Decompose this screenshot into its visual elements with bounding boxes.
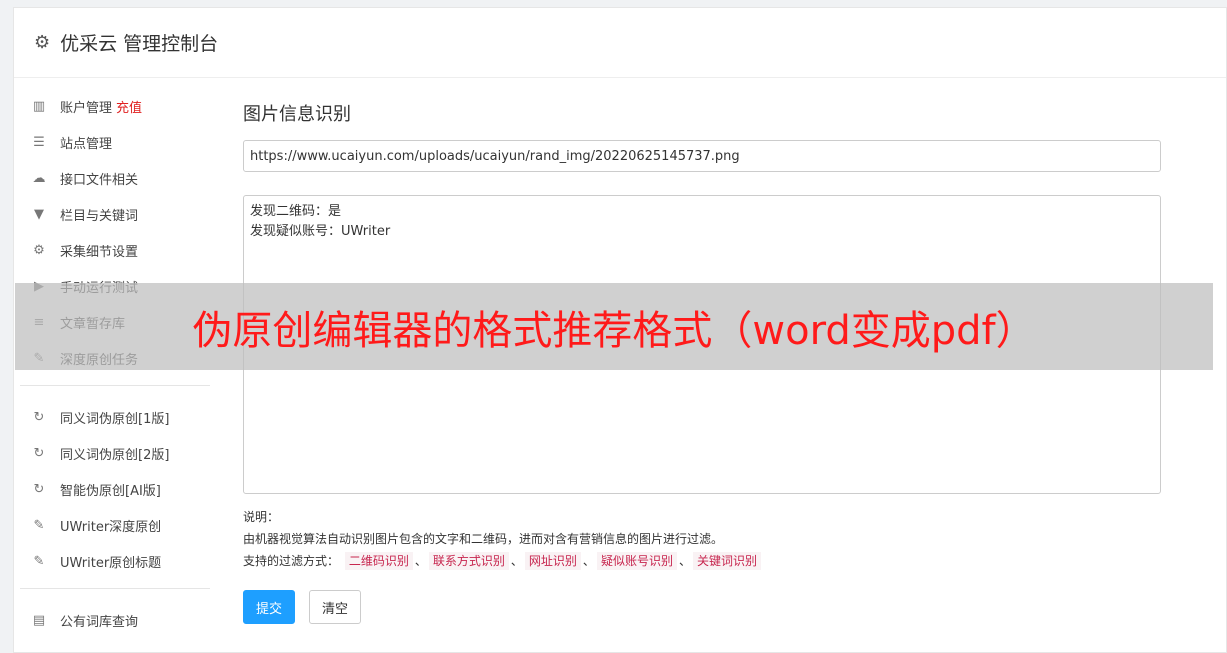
filter-methods: 支持的过滤方式： 二维码识别、联系方式识别、网址识别、疑似账号识别、关键词识别 <box>243 550 1165 572</box>
result-line: 发现二维码：是 <box>250 204 342 219</box>
sidebar-item[interactable]: ↻ 智能伪原创[AI版] <box>20 471 210 507</box>
result-line: 发现疑似账号：UWriter <box>250 224 391 239</box>
sidebar-item[interactable]: ✎ UWriter深度原创 <box>20 507 210 543</box>
cogs-icon: ⚙ <box>33 242 45 258</box>
tag-separator: 、 <box>582 554 595 568</box>
clear-button[interactable]: 清空 <box>309 590 362 624</box>
sidebar-item-label: UWriter深度原创 <box>60 519 162 535</box>
sidebar-item-label: 账户管理 <box>60 100 113 116</box>
section-title: 图片信息识别 <box>243 104 351 125</box>
book-icon: ▤ <box>32 612 46 628</box>
filter-tag: 联系方式识别 <box>428 552 509 570</box>
sidebar-item-label: 栏目与关键词 <box>60 208 139 224</box>
image-url-input[interactable] <box>243 140 1161 172</box>
cloud-upload-icon: ☁ <box>32 170 46 186</box>
filter-label: 支持的过滤方式： <box>243 554 340 568</box>
page-title: 优采云 管理控制台 <box>60 33 219 55</box>
gear-icon: ⚙ <box>34 32 51 53</box>
sidebar-item-label: 同义词伪原创[2版] <box>60 447 170 463</box>
filter-tag: 网址识别 <box>524 552 581 570</box>
sidebar-item-label: UWriter原创标题 <box>60 555 162 571</box>
tag-separator: 、 <box>414 554 427 568</box>
sidebar-item[interactable]: ⚙ 采集细节设置 <box>20 232 210 268</box>
filter-tag: 疑似账号识别 <box>596 552 677 570</box>
sidebar-item[interactable]: ▤ 公有词库查询 <box>20 602 210 638</box>
notes-description: 由机器视觉算法自动识别图片包含的文字和二维码，进而对含有营销信息的图片进行过滤。 <box>243 532 724 546</box>
sidebar-item-label: 接口文件相关 <box>60 172 139 188</box>
sidebar-item-label: 站点管理 <box>60 136 113 152</box>
banner-text: 伪原创编辑器的格式推荐格式（word变成pdf） <box>192 307 1036 354</box>
sidebar-item[interactable]: ✎ UWriter原创标题 <box>20 543 210 579</box>
recharge-link[interactable]: 充值 <box>116 97 142 116</box>
watermark-banner: 伪原创编辑器的格式推荐格式（word变成pdf） <box>15 283 1213 370</box>
sidebar-item-label: 智能伪原创[AI版] <box>60 483 161 499</box>
filter-tag: 关键词识别 <box>692 552 761 570</box>
page-header: ⚙ 优采云 管理控制台 <box>14 8 1226 78</box>
refresh-icon: ↻ <box>33 409 45 425</box>
server-icon: ☰ <box>33 134 45 150</box>
refresh-icon: ↻ <box>33 481 45 497</box>
filter-tag: 二维码识别 <box>344 552 413 570</box>
refresh-icon: ↻ <box>33 445 45 461</box>
sidebar-item-label: 采集细节设置 <box>60 244 139 260</box>
sidebar-item[interactable]: ☁ 接口文件相关 <box>20 160 210 196</box>
sidebar-divider <box>20 588 210 589</box>
sidebar-item-label: 公有词库查询 <box>60 614 139 630</box>
filter-icon: ▼ <box>34 206 44 222</box>
tag-separator: 、 <box>510 554 523 568</box>
edit-icon: ✎ <box>33 517 45 533</box>
sidebar-divider <box>20 385 210 386</box>
submit-button[interactable]: 提交 <box>243 590 296 624</box>
edit-icon: ✎ <box>33 553 45 569</box>
bar-chart-icon: ▥ <box>32 98 46 114</box>
notes: 说明： 由机器视觉算法自动识别图片包含的文字和二维码，进而对含有营销信息的图片进… <box>243 506 1165 572</box>
sidebar-item[interactable]: ▼ 栏目与关键词 <box>20 196 210 232</box>
notes-label: 说明： <box>243 510 280 524</box>
sidebar-item-label: 同义词伪原创[1版] <box>60 411 170 427</box>
sidebar-item[interactable]: ↻ 同义词伪原创[1版] <box>20 399 210 435</box>
tag-separator: 、 <box>678 554 691 568</box>
sidebar-item[interactable]: ↻ 同义词伪原创[2版] <box>20 435 210 471</box>
sidebar-item[interactable]: ☰ 站点管理 <box>20 124 210 160</box>
sidebar-item[interactable]: ▥ 账户管理 充值 <box>20 88 210 124</box>
action-buttons: 提交 清空 <box>243 590 1165 624</box>
